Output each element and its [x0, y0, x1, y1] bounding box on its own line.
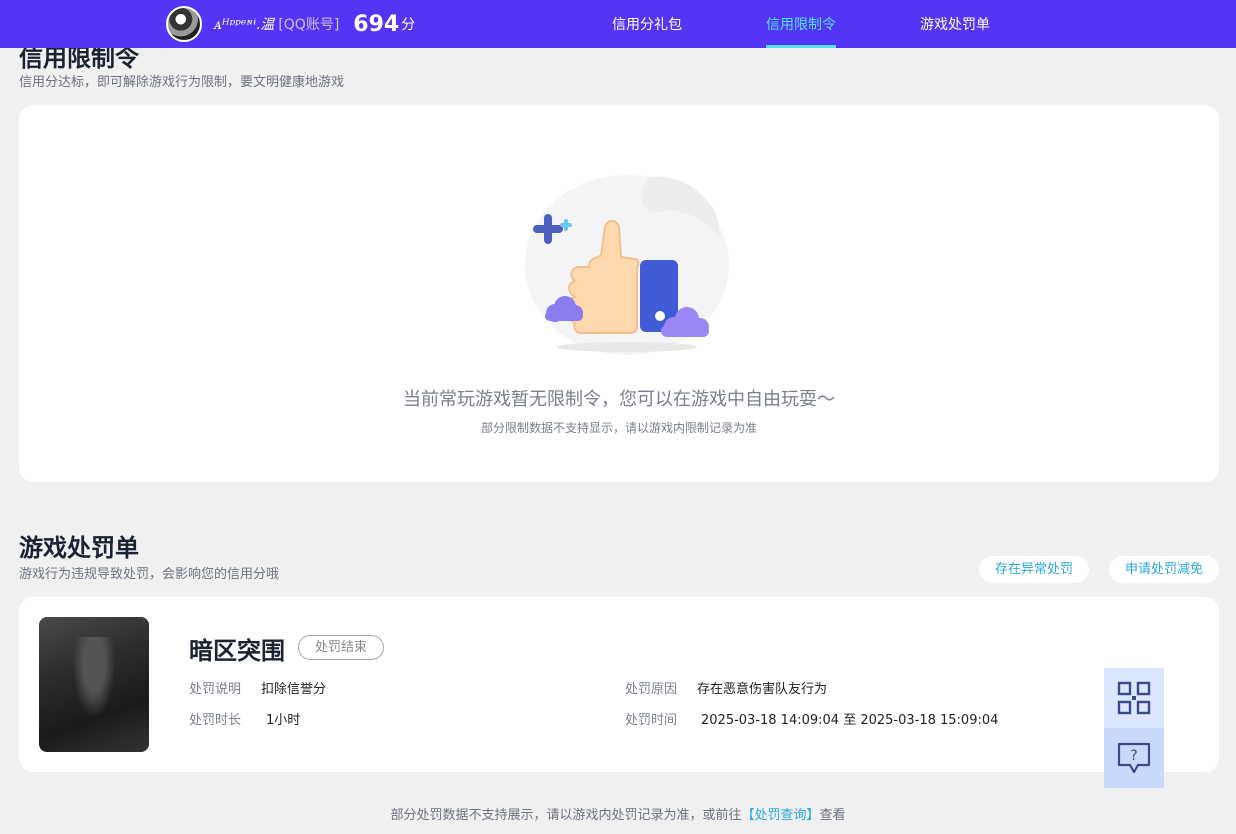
reason-label: 处罚原因 [625, 682, 678, 697]
time-label: 处罚时间 [625, 713, 678, 728]
help-button[interactable]: ? [1104, 728, 1164, 788]
qr-code-button[interactable] [1104, 668, 1164, 728]
duration-value: 1小时 [266, 713, 301, 728]
time-value: 2025-03-18 14:09:04 至 2025-03-18 15:09:0… [701, 713, 999, 728]
punishment-subtitle: 游戏行为违规导致处罚，会影响您的信用分哦 [19, 567, 280, 582]
status-badge: 处罚结束 [298, 635, 384, 660]
reason-value: 存在恶意伤害队友行为 [697, 682, 828, 697]
game-cover-image [39, 617, 149, 752]
account-type: [QQ账号] [278, 17, 340, 33]
empty-state-message: 当前常玩游戏暂无限制令，您可以在游戏中自由玩耍～ [403, 389, 835, 410]
restriction-card: 当前常玩游戏暂无限制令，您可以在游戏中自由玩耍～ 部分限制数据不支持显示，请以游… [19, 105, 1219, 482]
user-info: ᴀᴴᵖᵖᵉᶰᶤ.温 [QQ账号] 694 分 [166, 0, 415, 48]
tab-credit-restriction[interactable]: 信用限制令 [766, 0, 836, 48]
punishment-query-link[interactable]: 【处罚查询】 [741, 808, 819, 823]
credit-score: 694 [353, 11, 400, 37]
tab-game-punishment[interactable]: 游戏处罚单 [920, 0, 990, 48]
desc-label: 处罚说明 [189, 682, 242, 697]
punishment-title: 游戏处罚单 [19, 534, 139, 562]
side-tools: ? [1104, 668, 1164, 788]
footer-note-prefix: 部分处罚数据不支持展示，请以游戏内处罚记录为准，或前往 [390, 808, 742, 823]
appeal-reduction-button[interactable]: 申请处罚减免 [1109, 556, 1219, 583]
tab-credit-gift[interactable]: 信用分礼包 [612, 0, 682, 48]
duration-label: 处罚时长 [189, 713, 242, 728]
thumbs-up-illustration [525, 175, 729, 355]
restriction-subtitle: 信用分达标，即可解除游戏行为限制，要文明健康地游戏 [19, 75, 345, 90]
footer-note: 部分处罚数据不支持展示，请以游戏内处罚记录为准，或前往【处罚查询】查看 [0, 804, 1236, 823]
svg-text:?: ? [1130, 748, 1137, 764]
abnormal-punishment-button[interactable]: 存在异常处罚 [979, 556, 1089, 583]
punishment-record-card: 暗区突围 处罚结束 处罚说明 扣除信誉分 处罚时长 1小时 处罚原因 存在恶意伤… [19, 597, 1219, 772]
username: ᴀᴴᵖᵖᵉᶰᶤ.温 [214, 17, 275, 33]
help-chat-icon: ? [1117, 742, 1151, 774]
avatar[interactable] [166, 6, 202, 42]
game-name: 暗区突围 [189, 637, 285, 665]
desc-value: 扣除信誉分 [261, 682, 327, 697]
empty-state-note: 部分限制数据不支持显示，请以游戏内限制记录为准 [480, 421, 757, 435]
footer-note-suffix: 查看 [819, 808, 846, 823]
qr-code-icon [1117, 681, 1151, 715]
top-bar: ᴀᴴᵖᵖᵉᶰᶤ.温 [QQ账号] 694 分 信用分礼包 信用限制令 游戏处罚单 [0, 0, 1236, 48]
credit-score-unit: 分 [401, 17, 416, 33]
